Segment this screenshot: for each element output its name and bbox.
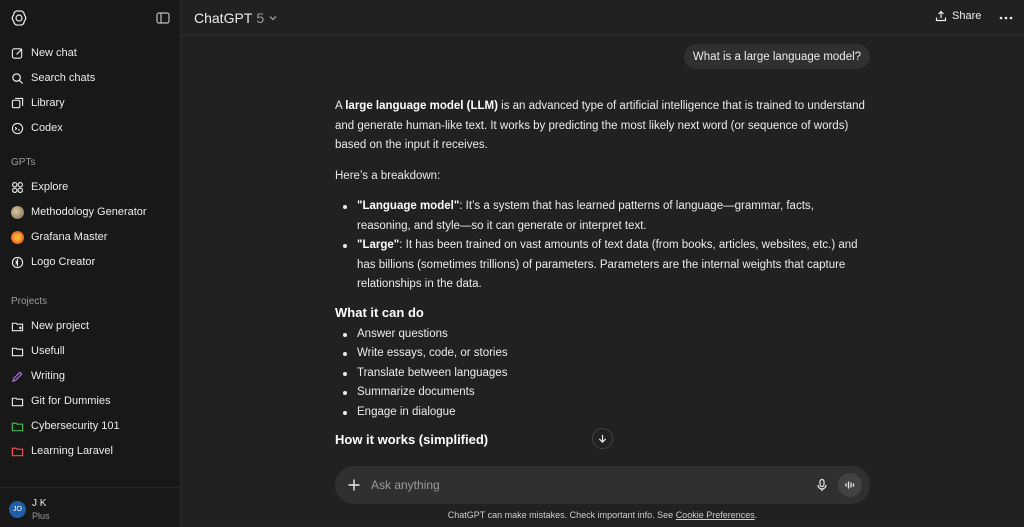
intro-paragraph: A large language model (LLM) is an advan… — [335, 97, 870, 156]
more-options-icon[interactable] — [998, 10, 1014, 26]
compose-icon — [11, 47, 24, 60]
list-item: Translate between languages — [335, 364, 870, 384]
share-icon — [935, 10, 947, 22]
capabilities-list: Answer questions Write essays, code, or … — [335, 325, 870, 423]
sidebar-item-label: Writing — [31, 370, 66, 382]
sidebar-item-label: Explore — [31, 181, 69, 193]
voice-waveform-icon — [845, 481, 855, 489]
avatar: JO — [9, 501, 26, 518]
intro-bold: large language model (LLM) — [345, 100, 498, 112]
sidebar-item-label: Learning Laravel — [31, 445, 113, 457]
sidebar-item-codex[interactable]: Codex — [4, 116, 176, 140]
folder-icon — [11, 395, 24, 408]
chevron-down-icon — [269, 16, 277, 21]
sidebar-item-logo-creator[interactable]: Logo Creator — [4, 250, 176, 274]
sidebar-item-label: Library — [31, 97, 65, 109]
sidebar-item-label: Methodology Generator — [31, 206, 147, 218]
user-name: J K — [32, 498, 47, 509]
sidebar-item-methodology-generator[interactable]: Methodology Generator — [4, 200, 176, 224]
cookie-preferences-link[interactable]: Cookie Preferences — [676, 510, 755, 520]
sidebar-item-label: Git for Dummies — [31, 395, 111, 407]
model-version: 5 — [256, 10, 265, 26]
section-heading: What it can do — [335, 304, 424, 320]
list-item: Write essays, code, or stories — [335, 344, 870, 364]
sidebar-item-grafana-master[interactable]: Grafana Master — [4, 225, 176, 249]
top-bar: ChatGPT 5 Share — [181, 0, 1024, 36]
sidebar-item-label: Codex — [31, 122, 63, 134]
plus-icon[interactable] — [347, 478, 361, 492]
folder-plus-icon — [11, 320, 24, 333]
sidebar-item-label: New chat — [31, 47, 77, 59]
library-icon — [11, 97, 24, 110]
bullet-text: : It has been trained on vast amounts of… — [357, 239, 858, 290]
list-item: Answer questions — [335, 325, 870, 345]
sidebar-toggle-icon[interactable] — [155, 10, 171, 26]
share-label: Share — [952, 10, 982, 22]
user-menu[interactable]: JO J K Plus — [0, 487, 180, 527]
openai-logo-icon[interactable] — [10, 9, 28, 27]
scroll-to-bottom-button[interactable] — [592, 428, 613, 449]
search-icon — [11, 72, 24, 85]
sidebar-item-cybersecurity-101[interactable]: Cybersecurity 101 — [4, 414, 176, 438]
user-plan: Plus — [32, 511, 50, 521]
sidebar-item-usefull[interactable]: Usefull — [4, 339, 176, 363]
model-selector[interactable]: ChatGPT 5 — [194, 10, 278, 26]
bullet-term: "Language model" — [357, 200, 460, 212]
definition-list: "Language model": It’s a system that has… — [335, 197, 870, 295]
sidebar-item-new-chat[interactable]: New chat — [4, 41, 176, 65]
sidebar-item-library[interactable]: Library — [4, 91, 176, 115]
grid-icon — [11, 181, 24, 194]
folder-icon — [11, 345, 24, 358]
sidebar-item-label: Search chats — [31, 72, 96, 84]
assistant-message: A large language model (LLM) is an advan… — [335, 97, 870, 452]
arrow-down-icon — [598, 434, 607, 444]
disclaimer-end: . — [754, 510, 758, 520]
sidebar-item-label: Grafana Master — [31, 231, 108, 243]
projects-section-title: Projects — [11, 296, 48, 307]
gpt-avatar-icon — [11, 205, 24, 219]
folder-icon — [11, 420, 24, 433]
logo-creator-icon — [11, 256, 24, 269]
pen-icon — [11, 370, 24, 383]
grafana-icon — [11, 230, 24, 244]
gpts-section-title: GPTs — [11, 157, 36, 168]
sidebar-item-new-project[interactable]: New project — [4, 314, 176, 338]
list-item: "Large": It has been trained on vast amo… — [335, 236, 870, 295]
user-message: What is a large language model? — [684, 44, 870, 69]
list-item: Summarize documents — [335, 383, 870, 403]
sidebar-item-writing[interactable]: Writing — [4, 364, 176, 388]
model-name: ChatGPT — [194, 10, 253, 26]
sidebar-item-search-chats[interactable]: Search chats — [4, 66, 176, 90]
codex-icon — [11, 122, 24, 135]
list-item: "Language model": It’s a system that has… — [335, 197, 870, 236]
bullet-term: "Large" — [357, 239, 400, 251]
sidebar-item-git-for-dummies[interactable]: Git for Dummies — [4, 389, 176, 413]
sidebar-item-learning-laravel[interactable]: Learning Laravel — [4, 439, 176, 463]
share-button[interactable]: Share — [935, 10, 981, 22]
disclaimer: ChatGPT can make mistakes. Check importa… — [181, 510, 1024, 520]
composer — [335, 466, 870, 504]
sidebar-item-label: Usefull — [31, 345, 65, 357]
sidebar-item-label: Cybersecurity 101 — [31, 420, 120, 432]
prompt-input[interactable] — [371, 475, 791, 495]
sidebar-item-label: Logo Creator — [31, 256, 96, 268]
sidebar: New chat Search chats Library Codex GPTs… — [0, 0, 181, 527]
folder-icon — [11, 445, 24, 458]
sidebar-header — [0, 0, 180, 36]
breakdown-text: Here’s a breakdown: — [335, 169, 441, 182]
microphone-icon[interactable] — [815, 478, 829, 492]
sidebar-item-label: New project — [31, 320, 90, 332]
intro-prefix: A — [335, 100, 346, 112]
voice-mode-button[interactable] — [838, 473, 862, 497]
disclaimer-text: ChatGPT can make mistakes. Check importa… — [447, 510, 676, 520]
list-item: Engage in dialogue — [335, 403, 870, 423]
sidebar-item-explore[interactable]: Explore — [4, 175, 176, 199]
